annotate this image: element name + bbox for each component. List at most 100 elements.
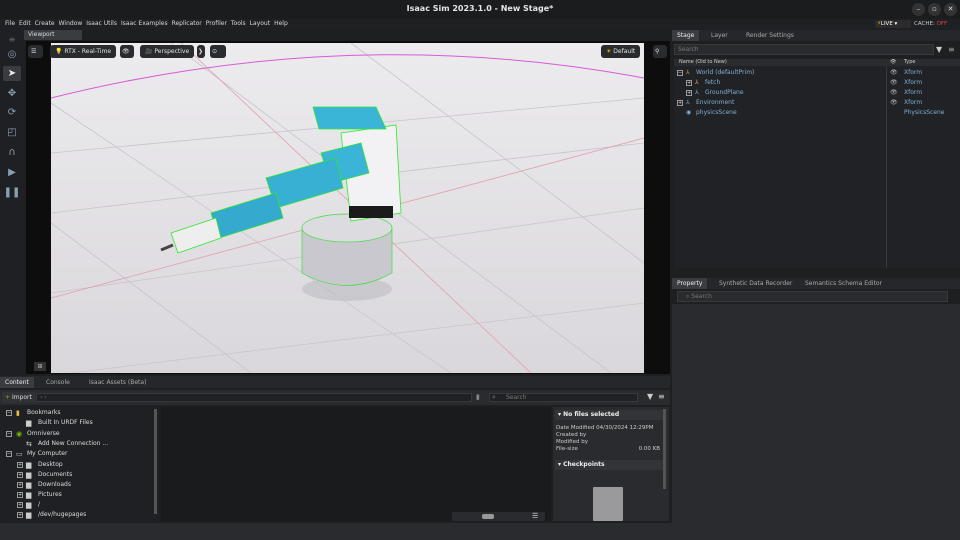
tab-console[interactable]: Console	[41, 377, 75, 388]
list-item[interactable]: ▆ Built In URDF Files	[2, 418, 157, 428]
tab-content[interactable]: Content	[0, 377, 34, 388]
expand-icon[interactable]: +	[686, 90, 692, 96]
minimize-button[interactable]: –	[912, 3, 925, 16]
stage-search-input[interactable]: Search	[674, 44, 934, 55]
tab-stage[interactable]: Stage	[672, 30, 700, 41]
options-icon[interactable]: ≡	[658, 392, 665, 401]
close-button[interactable]: ✕	[944, 3, 957, 16]
renderer-button[interactable]: 💡 RTX - Real-Time	[50, 45, 117, 58]
expand-icon[interactable]: +	[686, 80, 692, 86]
viewport-settings-button[interactable]: ☰	[28, 45, 43, 58]
details-scrollbar[interactable]	[663, 409, 666, 489]
list-item[interactable]: + ▆ Downloads	[2, 480, 157, 490]
location-pin-icon[interactable]: ⚲	[653, 45, 667, 58]
list-item[interactable]: − ▭ My Computer	[2, 449, 157, 459]
menu-layout[interactable]: Layout	[250, 20, 270, 27]
list-item[interactable]: + ▆ /	[2, 500, 157, 510]
menu-profiler[interactable]: Profiler	[206, 20, 227, 27]
snap-tool-icon[interactable]: ∩	[3, 145, 21, 160]
expand-icon[interactable]: +	[17, 492, 23, 498]
list-item[interactable]: + ▆ Desktop	[2, 460, 157, 470]
expand-icon[interactable]: +	[17, 512, 23, 518]
tree-row-world[interactable]: − ⅄ World (defaultPrim) 👁 Xform	[674, 68, 960, 78]
list-item[interactable]: ⇆ Add New Connection ...	[2, 439, 157, 449]
collapse-icon[interactable]: −	[6, 451, 12, 457]
play-icon[interactable]: ▶	[3, 165, 21, 180]
options-icon[interactable]: ≡	[948, 45, 955, 54]
tree-row-type: Xform	[904, 99, 923, 106]
chevron-right-icon[interactable]: ❯	[197, 45, 205, 58]
folder-icon: ▆	[26, 419, 32, 427]
tab-viewport[interactable]: Viewport	[24, 30, 82, 40]
list-item[interactable]: + ▆ /dev/hugepages	[2, 510, 157, 520]
restore-button[interactable]: ▫	[928, 3, 941, 16]
scale-tool-icon[interactable]: ◰	[3, 125, 21, 140]
collapse-icon[interactable]: −	[6, 431, 12, 437]
eye-icon[interactable]: 👁	[890, 68, 898, 78]
tree-row-environment[interactable]: + ⅄ Environment 👁 Xform	[674, 98, 960, 108]
lighting-button[interactable]: ☀ Default	[601, 45, 641, 58]
content-grid[interactable]: ☰	[161, 407, 551, 521]
tab-render-settings[interactable]: Render Settings	[741, 30, 799, 41]
menu-replicator[interactable]: Replicator	[172, 20, 202, 27]
menu-create[interactable]: Create	[35, 20, 55, 27]
expand-icon[interactable]: +	[17, 462, 23, 468]
tab-isaac-assets[interactable]: Isaac Assets (Beta)	[84, 377, 151, 388]
cache-status[interactable]: CACHE: OFF	[914, 20, 947, 28]
tab-property[interactable]: Property	[672, 278, 708, 289]
eye-icon[interactable]: 👁	[890, 78, 898, 88]
select-tool-icon[interactable]: ➤	[3, 66, 21, 81]
tree-row-fetch[interactable]: + ⅄ fetch 👁 Xform	[674, 78, 960, 88]
tab-layer[interactable]: Layer	[706, 30, 733, 41]
col-name[interactable]: Name (Old to New)	[679, 59, 727, 65]
menu-help[interactable]: Help	[274, 20, 288, 27]
menu-edit[interactable]: Edit	[19, 20, 31, 27]
viewport-corner-badge[interactable]: ⊞	[34, 362, 46, 371]
bookmark-icon[interactable]: ▮	[476, 393, 480, 401]
list-item[interactable]: + ▆ Documents	[2, 470, 157, 480]
tree-row-physicsscene[interactable]: ◉ physicsScene PhysicsScene	[674, 108, 960, 118]
rotate-tool-icon[interactable]: ⟳	[3, 105, 21, 120]
viewport-scene[interactable]	[51, 43, 644, 373]
menu-file[interactable]: File	[5, 20, 15, 27]
list-item[interactable]: − ◉ Omniverse	[2, 429, 157, 439]
list-view-icon[interactable]: ☰	[532, 512, 538, 520]
no-files-header[interactable]: ▾ No files selected	[555, 410, 665, 420]
filter-icon[interactable]: ▼	[647, 392, 653, 401]
expand-icon[interactable]: +	[17, 502, 23, 508]
property-search-input[interactable]: ⌕ Search	[677, 291, 948, 302]
tab-synthetic-data-recorder[interactable]: Synthetic Data Recorder	[714, 278, 797, 289]
stage-lights-button[interactable]: ⊙	[210, 45, 226, 58]
path-input[interactable]: ‹ ›	[36, 393, 472, 402]
expand-icon[interactable]: +	[17, 472, 23, 478]
thumbnail-size-slider[interactable]: ☰	[452, 512, 545, 521]
menu-isaac-utils[interactable]: Isaac Utils	[86, 20, 117, 27]
collapse-icon[interactable]: −	[6, 410, 12, 416]
collapse-icon[interactable]: −	[677, 70, 683, 76]
menu-window[interactable]: Window	[59, 20, 83, 27]
orbit-icon[interactable]: ◎	[3, 47, 21, 62]
eye-visibility-button[interactable]: 👁	[120, 45, 134, 58]
eye-icon[interactable]: 👁	[890, 98, 898, 108]
camera-button[interactable]: 🎥 Perspective	[140, 45, 195, 58]
checkpoints-header[interactable]: ▾ Checkpoints	[555, 460, 665, 470]
pause-icon[interactable]: ❚❚	[3, 185, 21, 200]
filter-icon[interactable]: ▼	[936, 45, 942, 54]
move-tool-icon[interactable]: ✥	[3, 86, 21, 101]
bookmark-icon: ▮	[16, 409, 20, 417]
import-button[interactable]: + Import	[2, 392, 35, 403]
menu-tools[interactable]: Tools	[231, 20, 246, 27]
col-type[interactable]: Type	[904, 59, 915, 65]
slider-handle[interactable]	[482, 514, 494, 519]
live-toggle[interactable]: ⚡LIVE ▾	[875, 20, 911, 28]
expand-icon[interactable]: +	[677, 100, 683, 106]
expand-icon[interactable]: +	[17, 482, 23, 488]
content-search-input[interactable]: Search	[489, 393, 638, 402]
tree-scrollbar[interactable]	[154, 409, 157, 514]
list-item[interactable]: + ▆ Pictures	[2, 490, 157, 500]
eye-icon[interactable]: 👁	[890, 88, 898, 98]
menu-isaac-examples[interactable]: Isaac Examples	[121, 20, 168, 27]
list-item[interactable]: − ▮ Bookmarks	[2, 408, 157, 418]
tree-row-groundplane[interactable]: + ⅄ GroundPlane 👁 Xform	[674, 88, 960, 98]
tab-semantics-schema-editor[interactable]: Semantics Schema Editor	[800, 278, 887, 289]
